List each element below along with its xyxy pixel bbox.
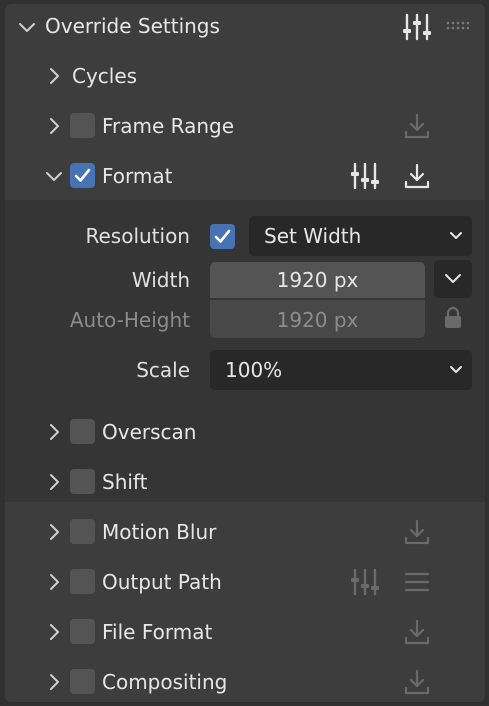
resolution-mode-value: Set Width [264, 224, 362, 248]
output-path-label[interactable]: Output Path [102, 570, 222, 594]
download-icon[interactable] [401, 616, 433, 648]
frame-range-expand-chevron-icon[interactable] [44, 116, 64, 136]
override-settings-panel: Override Settings Cycles Frame Range For… [5, 4, 485, 702]
compositing-label[interactable]: Compositing [102, 670, 227, 694]
overscan-checkbox[interactable] [70, 419, 95, 444]
drag-handle-icon[interactable] [445, 16, 469, 36]
cycles-label[interactable]: Cycles [72, 64, 137, 88]
file-format-label[interactable]: File Format [102, 620, 212, 644]
sliders-icon[interactable] [401, 11, 433, 43]
width-field[interactable]: 1920 px [210, 262, 425, 298]
panel-title[interactable]: Override Settings [45, 14, 220, 38]
resolution-mode-select[interactable]: Set Width [249, 216, 472, 256]
resolution-label: Resolution [85, 224, 190, 248]
output-path-expand-chevron-icon[interactable] [44, 572, 64, 592]
width-dropdown-button[interactable] [434, 260, 472, 298]
file-format-checkbox[interactable] [70, 619, 95, 644]
format-subpanel: Resolution Set Width Width 1920 px Auto-… [5, 200, 485, 502]
frame-range-label[interactable]: Frame Range [102, 114, 234, 138]
download-icon[interactable] [401, 160, 433, 192]
scale-value: 100% [225, 358, 283, 382]
auto-height-label: Auto-Height [69, 308, 190, 332]
sliders-icon[interactable] [349, 566, 381, 598]
scale-field[interactable]: 100% [210, 350, 472, 390]
shift-expand-chevron-icon[interactable] [44, 472, 64, 492]
width-label: Width [131, 268, 190, 292]
compositing-expand-chevron-icon[interactable] [44, 672, 64, 692]
frame-range-checkbox[interactable] [70, 113, 95, 138]
chevron-down-icon [450, 366, 462, 373]
scale-label: Scale [136, 358, 190, 382]
shift-label[interactable]: Shift [102, 470, 147, 494]
list-icon[interactable] [401, 566, 433, 598]
download-icon[interactable] [401, 516, 433, 548]
motion-blur-expand-chevron-icon[interactable] [44, 522, 64, 542]
output-path-checkbox[interactable] [70, 569, 95, 594]
resolution-checkbox[interactable] [210, 224, 235, 249]
auto-height-field: 1920 px [210, 300, 425, 338]
lock-icon[interactable] [439, 304, 467, 332]
header-collapse-chevron-icon[interactable] [17, 17, 37, 37]
sliders-icon[interactable] [349, 160, 381, 192]
download-icon[interactable] [401, 666, 433, 698]
download-icon[interactable] [401, 110, 433, 142]
format-label[interactable]: Format [102, 164, 172, 188]
format-collapse-chevron-icon[interactable] [44, 166, 64, 186]
shift-checkbox[interactable] [70, 469, 95, 494]
chevron-down-icon [450, 232, 462, 239]
chevron-down-icon [445, 274, 461, 283]
format-checkbox[interactable] [70, 163, 95, 188]
cycles-expand-chevron-icon[interactable] [44, 66, 64, 86]
motion-blur-label[interactable]: Motion Blur [102, 520, 216, 544]
motion-blur-checkbox[interactable] [70, 519, 95, 544]
compositing-checkbox[interactable] [70, 669, 95, 694]
file-format-expand-chevron-icon[interactable] [44, 622, 64, 642]
overscan-label[interactable]: Overscan [102, 420, 196, 444]
overscan-expand-chevron-icon[interactable] [44, 422, 64, 442]
